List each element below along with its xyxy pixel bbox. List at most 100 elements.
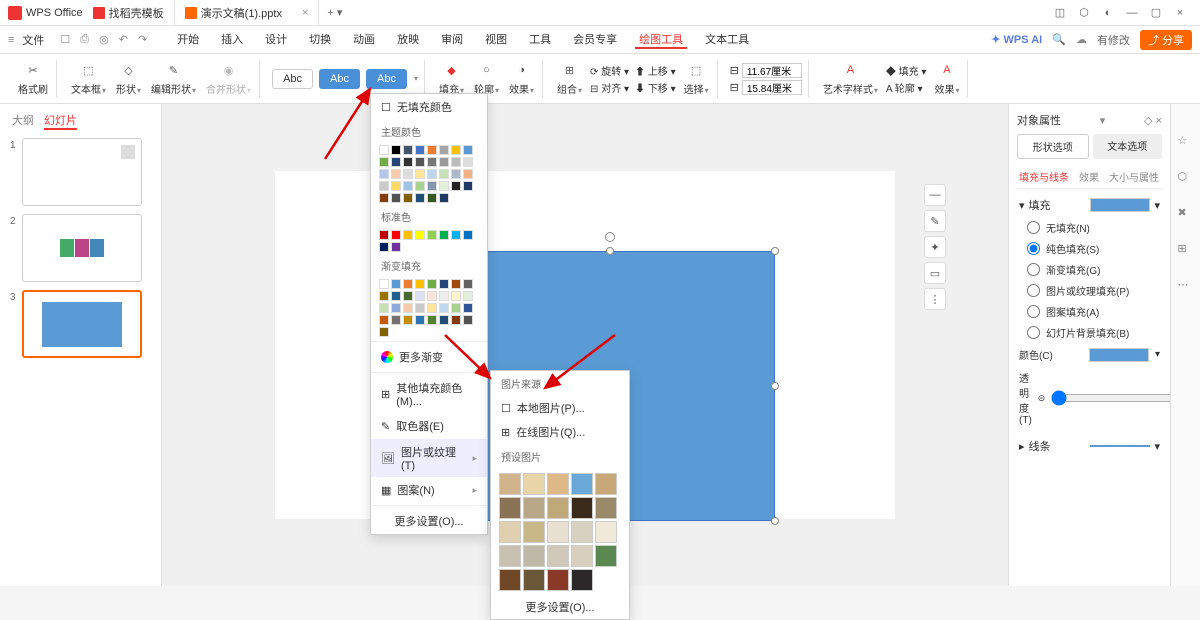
color-swatch[interactable] <box>463 303 473 313</box>
text-options-tab[interactable]: 文本选项 <box>1093 134 1163 159</box>
text-fill-button[interactable]: ◆ 填充 ▾ <box>886 63 927 78</box>
color-swatch[interactable] <box>499 521 521 543</box>
resize-handle[interactable] <box>606 247 614 255</box>
width-input[interactable] <box>742 63 802 78</box>
color-swatch[interactable] <box>427 145 437 155</box>
color-swatch[interactable] <box>415 157 425 167</box>
color-swatch[interactable] <box>523 545 545 567</box>
color-swatch[interactable] <box>451 315 461 325</box>
color-swatch[interactable] <box>463 145 473 155</box>
color-swatch[interactable] <box>379 157 389 167</box>
rotate-button[interactable]: ⟳ 旋转 ▾ <box>590 63 629 78</box>
more-settings-item[interactable]: 更多设置(O)... <box>371 508 487 534</box>
color-swatch[interactable] <box>427 157 437 167</box>
color-swatch[interactable] <box>379 327 389 337</box>
fill-line-subtab[interactable]: 填充与线条 <box>1019 169 1069 184</box>
tab-design[interactable]: 设计 <box>261 31 291 49</box>
color-swatch[interactable] <box>391 157 401 167</box>
color-swatch[interactable] <box>391 279 401 289</box>
eyedropper-item[interactable]: ✎取色器(E) <box>371 413 487 439</box>
color-swatch[interactable] <box>547 497 569 519</box>
color-swatch[interactable] <box>499 569 521 591</box>
color-swatch[interactable] <box>439 279 449 289</box>
color-swatch[interactable] <box>403 291 413 301</box>
design-icon[interactable]: ⬡ <box>1178 170 1194 186</box>
style-preset-2[interactable]: Abc <box>319 69 360 89</box>
shape-options-tab[interactable]: 形状选项 <box>1017 134 1089 159</box>
tab-member[interactable]: 会员专享 <box>569 31 621 49</box>
color-swatch[interactable] <box>379 315 389 325</box>
color-swatch[interactable] <box>439 145 449 155</box>
color-swatch[interactable] <box>379 242 389 252</box>
chevron-down-icon[interactable]: ▾ <box>1019 199 1025 212</box>
color-swatch[interactable] <box>439 181 449 191</box>
save-icon[interactable]: ☐ <box>60 33 70 46</box>
color-swatch[interactable] <box>571 521 593 543</box>
outline-tab[interactable]: 大纲 <box>12 112 34 130</box>
pattern-item[interactable]: ▦图案(N)▸ <box>371 477 487 503</box>
close-button[interactable]: × <box>1168 7 1192 19</box>
color-swatch[interactable] <box>547 473 569 495</box>
fill-color-swatch[interactable] <box>1090 198 1150 212</box>
text-outline-button[interactable]: A 轮廓 ▾ <box>886 80 927 95</box>
tab-animation[interactable]: 动画 <box>349 31 379 49</box>
color-swatch[interactable] <box>379 230 389 240</box>
slide-thumb-1[interactable] <box>22 138 142 206</box>
color-swatch[interactable] <box>451 230 461 240</box>
doc-tab-presentation[interactable]: 演示文稿(1).pptx × <box>175 0 320 25</box>
color-swatch[interactable] <box>463 181 473 191</box>
color-swatch[interactable] <box>379 291 389 301</box>
shapes-button[interactable]: ◇形状▾ <box>114 61 143 96</box>
color-picker[interactable] <box>1089 348 1149 362</box>
align-button[interactable]: ⊟ 对齐 ▾ <box>590 80 629 95</box>
cloud-icon[interactable]: ☁ <box>1076 33 1087 46</box>
tab-drawing-tools[interactable]: 绘图工具 <box>635 31 687 49</box>
preview-icon[interactable]: ◎ <box>99 33 109 46</box>
color-swatch[interactable] <box>403 145 413 155</box>
merge-shapes-button[interactable]: ◉合并形状▾ <box>204 61 253 96</box>
color-swatch[interactable] <box>415 279 425 289</box>
color-swatch[interactable] <box>415 169 425 179</box>
color-swatch[interactable] <box>451 169 461 179</box>
tab-home[interactable]: 开始 <box>173 31 203 49</box>
solid-fill-radio[interactable]: 纯色填充(S) <box>1017 238 1162 259</box>
color-swatch[interactable] <box>415 181 425 191</box>
color-swatch[interactable] <box>439 157 449 167</box>
edit-shape-button[interactable]: ✎编辑形状▾ <box>149 61 198 96</box>
color-swatch[interactable] <box>391 315 401 325</box>
style-preset-3[interactable]: Abc <box>366 69 407 89</box>
sparkle-icon[interactable]: ✦ <box>924 236 946 258</box>
color-swatch[interactable] <box>595 473 617 495</box>
color-swatch[interactable] <box>499 473 521 495</box>
color-swatch[interactable] <box>379 279 389 289</box>
height-input[interactable] <box>742 80 802 95</box>
chevron-right-icon[interactable]: ▸ <box>1019 440 1025 453</box>
share-button[interactable]: ⤴ 分享 <box>1140 30 1192 50</box>
color-swatch[interactable] <box>403 169 413 179</box>
color-swatch[interactable] <box>463 291 473 301</box>
hex-icon[interactable]: ⬡ <box>1072 6 1096 19</box>
color-swatch[interactable] <box>523 497 545 519</box>
color-swatch[interactable] <box>379 193 389 203</box>
opacity-slider[interactable] <box>1051 390 1180 406</box>
color-swatch[interactable] <box>391 303 401 313</box>
fill-button[interactable]: ◆填充▾ <box>437 61 466 96</box>
color-swatch[interactable] <box>379 145 389 155</box>
color-swatch[interactable] <box>391 230 401 240</box>
color-swatch[interactable] <box>403 193 413 203</box>
color-swatch[interactable] <box>571 569 593 591</box>
color-swatch[interactable] <box>403 315 413 325</box>
maximize-button[interactable]: ▢ <box>1144 6 1168 19</box>
color-swatch[interactable] <box>451 181 461 191</box>
resize-handle[interactable] <box>771 382 779 390</box>
color-swatch[interactable] <box>547 569 569 591</box>
wordart-button[interactable]: A艺术字样式▾ <box>821 61 880 96</box>
slides-tab[interactable]: 幻灯片 <box>44 112 77 130</box>
tools-icon[interactable]: ✖ <box>1178 206 1194 222</box>
color-swatch[interactable] <box>403 157 413 167</box>
color-swatch[interactable] <box>595 545 617 567</box>
tab-insert[interactable]: 插入 <box>217 31 247 49</box>
color-swatch[interactable] <box>439 169 449 179</box>
close-tab-icon[interactable]: × <box>302 7 308 19</box>
color-swatch[interactable] <box>439 291 449 301</box>
